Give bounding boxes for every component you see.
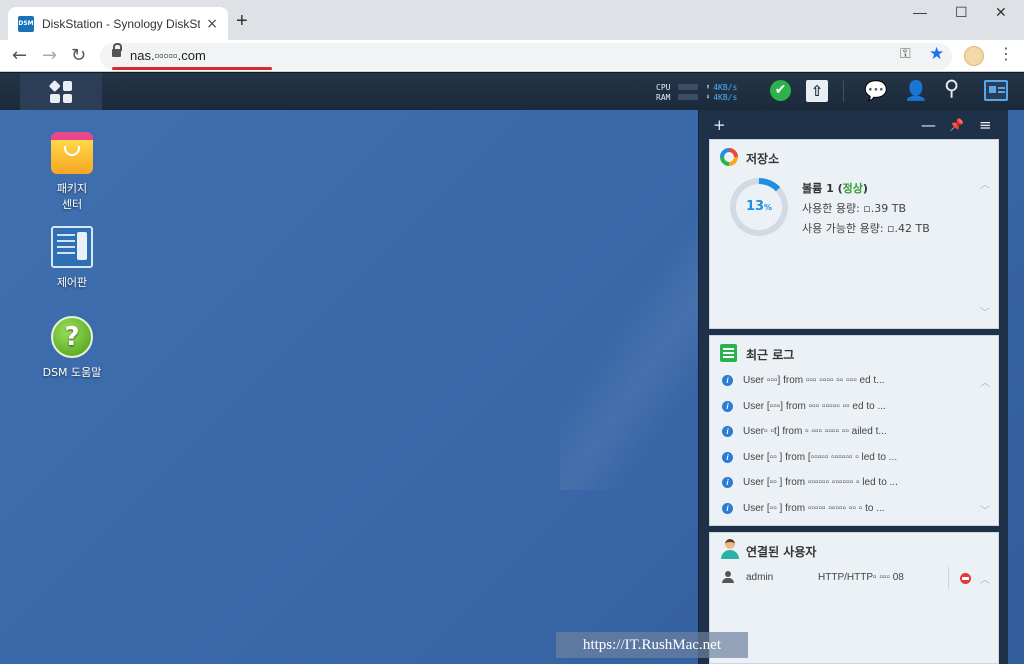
scroll-down-icon[interactable]: ﹀: [980, 502, 990, 517]
dsm-help-shortcut[interactable]: ? DSM 도움말: [27, 316, 117, 380]
url-highlight-underline: [112, 67, 272, 70]
upload-queue-icon[interactable]: ⇧: [806, 80, 828, 102]
package-center-shortcut[interactable]: 패키지 센터: [27, 132, 117, 212]
control-panel-shortcut[interactable]: 제어판: [27, 226, 117, 290]
user-name: admin: [746, 571, 774, 583]
user-row[interactable]: admin HTTP/HTTP▫ ▫▫▫ 08: [722, 571, 904, 583]
download-arrow-icon: ⬇: [706, 93, 711, 101]
volume-health: 정상: [842, 182, 863, 195]
tab-close-icon[interactable]: ×: [206, 16, 218, 32]
forward-button[interactable]: →: [42, 45, 57, 66]
used-capacity: 사용한 용량: ▫.39 TB: [802, 202, 907, 215]
recent-logs-widget: 최근 로그 ︿ i User ▫▫▫] from ▫▫▫ ▫▫▫▫ ▫▫ ▫▫▫ …: [709, 335, 999, 526]
log-entry[interactable]: i User [▫▫ ] from [▫▫▫▫▫ ▫▫▫▫▫▫ ▫ led to …: [722, 452, 897, 463]
window-minimize-button[interactable]: —: [913, 4, 927, 20]
help-question-icon: ?: [51, 316, 93, 358]
storage-widget-title: 저장소: [746, 152, 780, 166]
minimize-panel-button[interactable]: —: [921, 116, 936, 134]
search-icon[interactable]: ⚲: [944, 76, 959, 100]
add-widget-button[interactable]: +: [713, 116, 726, 134]
usage-percent: 13: [745, 199, 765, 214]
info-icon: i: [722, 401, 733, 412]
tab-title: DiskStation - Synology DiskStati: [42, 16, 201, 31]
log-entry[interactable]: i User [▫▫▫] from ▫▫▫ ▫▫▫▫▫ ▫▫ ed to ...: [722, 401, 886, 412]
widget-panel: + — 📌 ≡ 저장소 ︿ 13% 볼륨 1 (정상) 사용한 용량: ▫.39…: [698, 110, 1008, 664]
control-panel-icon: [51, 226, 93, 268]
cpu-bar: [678, 84, 698, 90]
notifications-chat-icon[interactable]: 💬: [864, 79, 888, 102]
address-bar[interactable]: nas.▫▫▫▫▫.com: [100, 43, 952, 70]
user-protocol: HTTP/HTTP▫ ▫▫▫ 08: [818, 571, 904, 583]
volume-status: 볼륨 1 (정상): [802, 182, 868, 195]
log-entry[interactable]: i User▫ ▫t] from ▫ ▫▫▫ ▫▫▫▫ ▫▫ ailed t...: [722, 426, 887, 437]
volume-name: 볼륨 1: [802, 182, 834, 195]
new-tab-button[interactable]: +: [236, 10, 248, 33]
control-panel-label: 제어판: [56, 276, 88, 289]
storage-widget: 저장소 ︿ 13% 볼륨 1 (정상) 사용한 용량: ▫.39 TB 사용 가…: [709, 139, 999, 329]
users-widget-title: 연결된 사용자: [746, 545, 817, 559]
profile-avatar[interactable]: [964, 46, 984, 66]
browser-menu-icon[interactable]: ⋮: [998, 44, 1014, 63]
browser-tab[interactable]: DSM DiskStation - Synology DiskStati ×: [8, 7, 228, 40]
log-entry[interactable]: i User ▫▫▫] from ▫▫▫ ▫▫▫▫ ▫▫ ▫▫▫ ed t...: [722, 375, 885, 386]
reload-button[interactable]: ↻: [71, 45, 86, 66]
package-center-icon: [51, 132, 93, 174]
ram-label: RAM: [656, 92, 671, 102]
user-account-icon[interactable]: 👤: [904, 79, 928, 102]
main-menu-button[interactable]: [20, 73, 102, 111]
connected-users-widget: 연결된 사용자 admin HTTP/HTTP▫ ▫▫▫ 08 ︿: [709, 532, 999, 664]
log-entry[interactable]: i User [▫▫ ] from ▫▫▫▫▫▫ ▫▫▫▫▫▫ ▫ led to …: [722, 477, 898, 488]
window-maximize-button[interactable]: ☐: [955, 4, 968, 21]
dsm-help-label: DSM 도움말: [42, 366, 102, 379]
log-widget-icon: [720, 344, 737, 362]
scroll-up-icon[interactable]: ︿: [980, 374, 990, 389]
collapse-up-icon[interactable]: ︿: [980, 176, 990, 191]
user-icon: [722, 571, 734, 583]
download-rate: 4KB/s: [713, 92, 738, 102]
taskbar-divider: [843, 80, 844, 102]
system-health-check-icon[interactable]: ✔: [770, 80, 791, 101]
bookmark-star-icon[interactable]: ★: [929, 44, 944, 64]
window-close-button[interactable]: ✕: [995, 4, 1007, 21]
widgets-toggle-icon[interactable]: [984, 80, 1008, 101]
key-icon[interactable]: ⚿: [900, 46, 911, 62]
storage-usage-donut: 13%: [730, 178, 788, 236]
browser-tabstrip: DSM DiskStation - Synology DiskStati × +…: [0, 0, 1024, 40]
log-entry[interactable]: i User [▫▫ ] from ▫▫▫▫▫ ▫▫▫▫▫ ▫▫ ▫ to ...: [722, 503, 885, 514]
pin-icon[interactable]: 📌: [949, 118, 964, 132]
available-capacity: 사용 가능한 용량: ▫.42 TB: [802, 222, 930, 235]
ram-bar: [678, 94, 698, 100]
package-center-label: 패키지 센터: [56, 182, 88, 211]
info-icon: i: [722, 503, 733, 514]
disconnect-user-icon[interactable]: [960, 573, 971, 584]
back-button[interactable]: ←: [12, 45, 27, 66]
upload-arrow-icon: ⬆: [706, 83, 711, 91]
info-icon: i: [722, 426, 733, 437]
lock-icon[interactable]: [112, 43, 122, 58]
panel-options-icon[interactable]: ≡: [979, 116, 992, 134]
url-text[interactable]: nas.▫▫▫▫▫.com: [130, 48, 206, 63]
main-menu-icon: [49, 80, 72, 103]
row-divider: [948, 567, 949, 589]
dsm-favicon-icon: DSM: [18, 15, 34, 32]
connected-users-icon: [720, 539, 740, 559]
info-icon: i: [722, 375, 733, 386]
scroll-up-icon[interactable]: ︿: [980, 571, 990, 586]
usage-percent-unit: %: [764, 203, 773, 212]
storage-widget-icon: [720, 148, 738, 166]
upload-rate: 4KB/s: [713, 82, 738, 92]
logs-widget-title: 최근 로그: [746, 348, 795, 362]
resource-monitor[interactable]: CPU ⬆ 4KB/s RAM ⬇ 4KB/s: [656, 82, 766, 102]
info-icon: i: [722, 477, 733, 488]
info-icon: i: [722, 452, 733, 463]
cpu-label: CPU: [656, 82, 671, 92]
watermark: https://IT.RushMac.net: [556, 632, 748, 658]
collapse-down-icon[interactable]: ﹀: [980, 304, 990, 319]
